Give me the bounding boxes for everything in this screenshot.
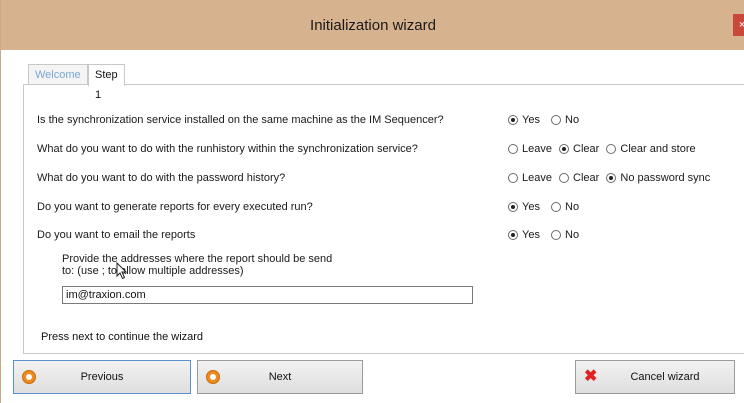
radio-option[interactable]: No [551,114,579,126]
radio-button[interactable] [508,202,518,212]
wizard-window: Initialization wizard × Welcome Step 1 I… [0,0,744,403]
radio-button[interactable] [551,115,562,125]
email-instructions-line-1: Provide the addresses where the report s… [62,253,333,265]
radio-button[interactable] [606,144,617,154]
tab-step-1[interactable]: Step 1 [88,64,125,101]
radio-option[interactable]: Yes [508,229,540,241]
email-instructions-line-2: to: (use ; to allow multiple addresses) [62,265,244,277]
options-password-history: Leave Clear No password sync [508,172,710,184]
radio-button[interactable] [508,173,518,183]
radio-option[interactable]: Clear [559,172,599,184]
title-bar[interactable]: Initialization wizard × [1,0,744,50]
radio-option[interactable]: Clear and store [606,143,696,155]
radio-button[interactable] [508,115,518,125]
next-button-label: Next [268,371,292,383]
continue-hint: Press next to continue the wizard [41,331,204,343]
tab-welcome[interactable]: Welcome [28,64,88,85]
question-password-history: What do you want to do with the password… [37,172,286,184]
options-sync-same-machine: Yes No [508,114,587,126]
radio-label: Yes [522,114,540,126]
radio-option[interactable]: Yes [508,114,540,126]
radio-label: Yes [522,201,540,213]
previous-button-label: Previous [80,371,124,383]
question-generate-reports: Do you want to generate reports for ever… [37,201,313,213]
radio-button[interactable] [551,202,562,212]
radio-label: Clear [573,172,600,184]
radio-option[interactable]: Leave [508,143,552,155]
mouse-pointer-icon [116,262,128,280]
radio-label: No [565,201,580,213]
radio-label: No [565,229,580,241]
options-runhistory: Leave Clear Clear and store [508,143,696,155]
radio-label: Clear and store [620,143,696,155]
radio-label: Clear [573,143,600,155]
window-title: Initialization wizard [310,17,436,34]
options-email-reports: Yes No [508,229,587,241]
cancel-button-label: Cancel wizard [630,371,700,383]
close-button[interactable]: × [733,14,744,36]
radio-label: Yes [522,229,540,241]
question-email-reports: Do you want to email the reports [37,229,196,241]
radio-option[interactable]: No password sync [606,172,710,184]
radio-label: No [565,114,580,126]
radio-option[interactable]: Leave [508,172,552,184]
radio-option[interactable]: No [551,229,579,241]
email-instructions: Provide the addresses where the report s… [62,253,332,277]
next-button[interactable]: Next [197,360,363,394]
previous-button[interactable]: Previous [13,360,191,394]
radio-option[interactable]: Clear [559,143,599,155]
radio-button[interactable] [559,144,570,154]
options-generate-reports: Yes No [508,201,587,213]
question-runhistory: What do you want to do with the runhisto… [37,143,418,155]
cancel-wizard-button[interactable]: ✖ Cancel wizard [575,360,735,394]
radio-button[interactable] [606,173,617,183]
radio-button[interactable] [508,144,518,154]
radio-label: No password sync [620,172,711,184]
email-addresses-input[interactable]: im@traxion.com [62,286,473,304]
radio-button[interactable] [559,173,570,183]
question-sync-same-machine: Is the synchronization service installed… [37,114,444,126]
radio-label: Leave [522,143,552,155]
radio-button[interactable] [508,230,518,240]
radio-label: Leave [522,172,552,184]
radio-button[interactable] [551,230,562,240]
radio-option[interactable]: No [551,201,579,213]
radio-option[interactable]: Yes [508,201,540,213]
